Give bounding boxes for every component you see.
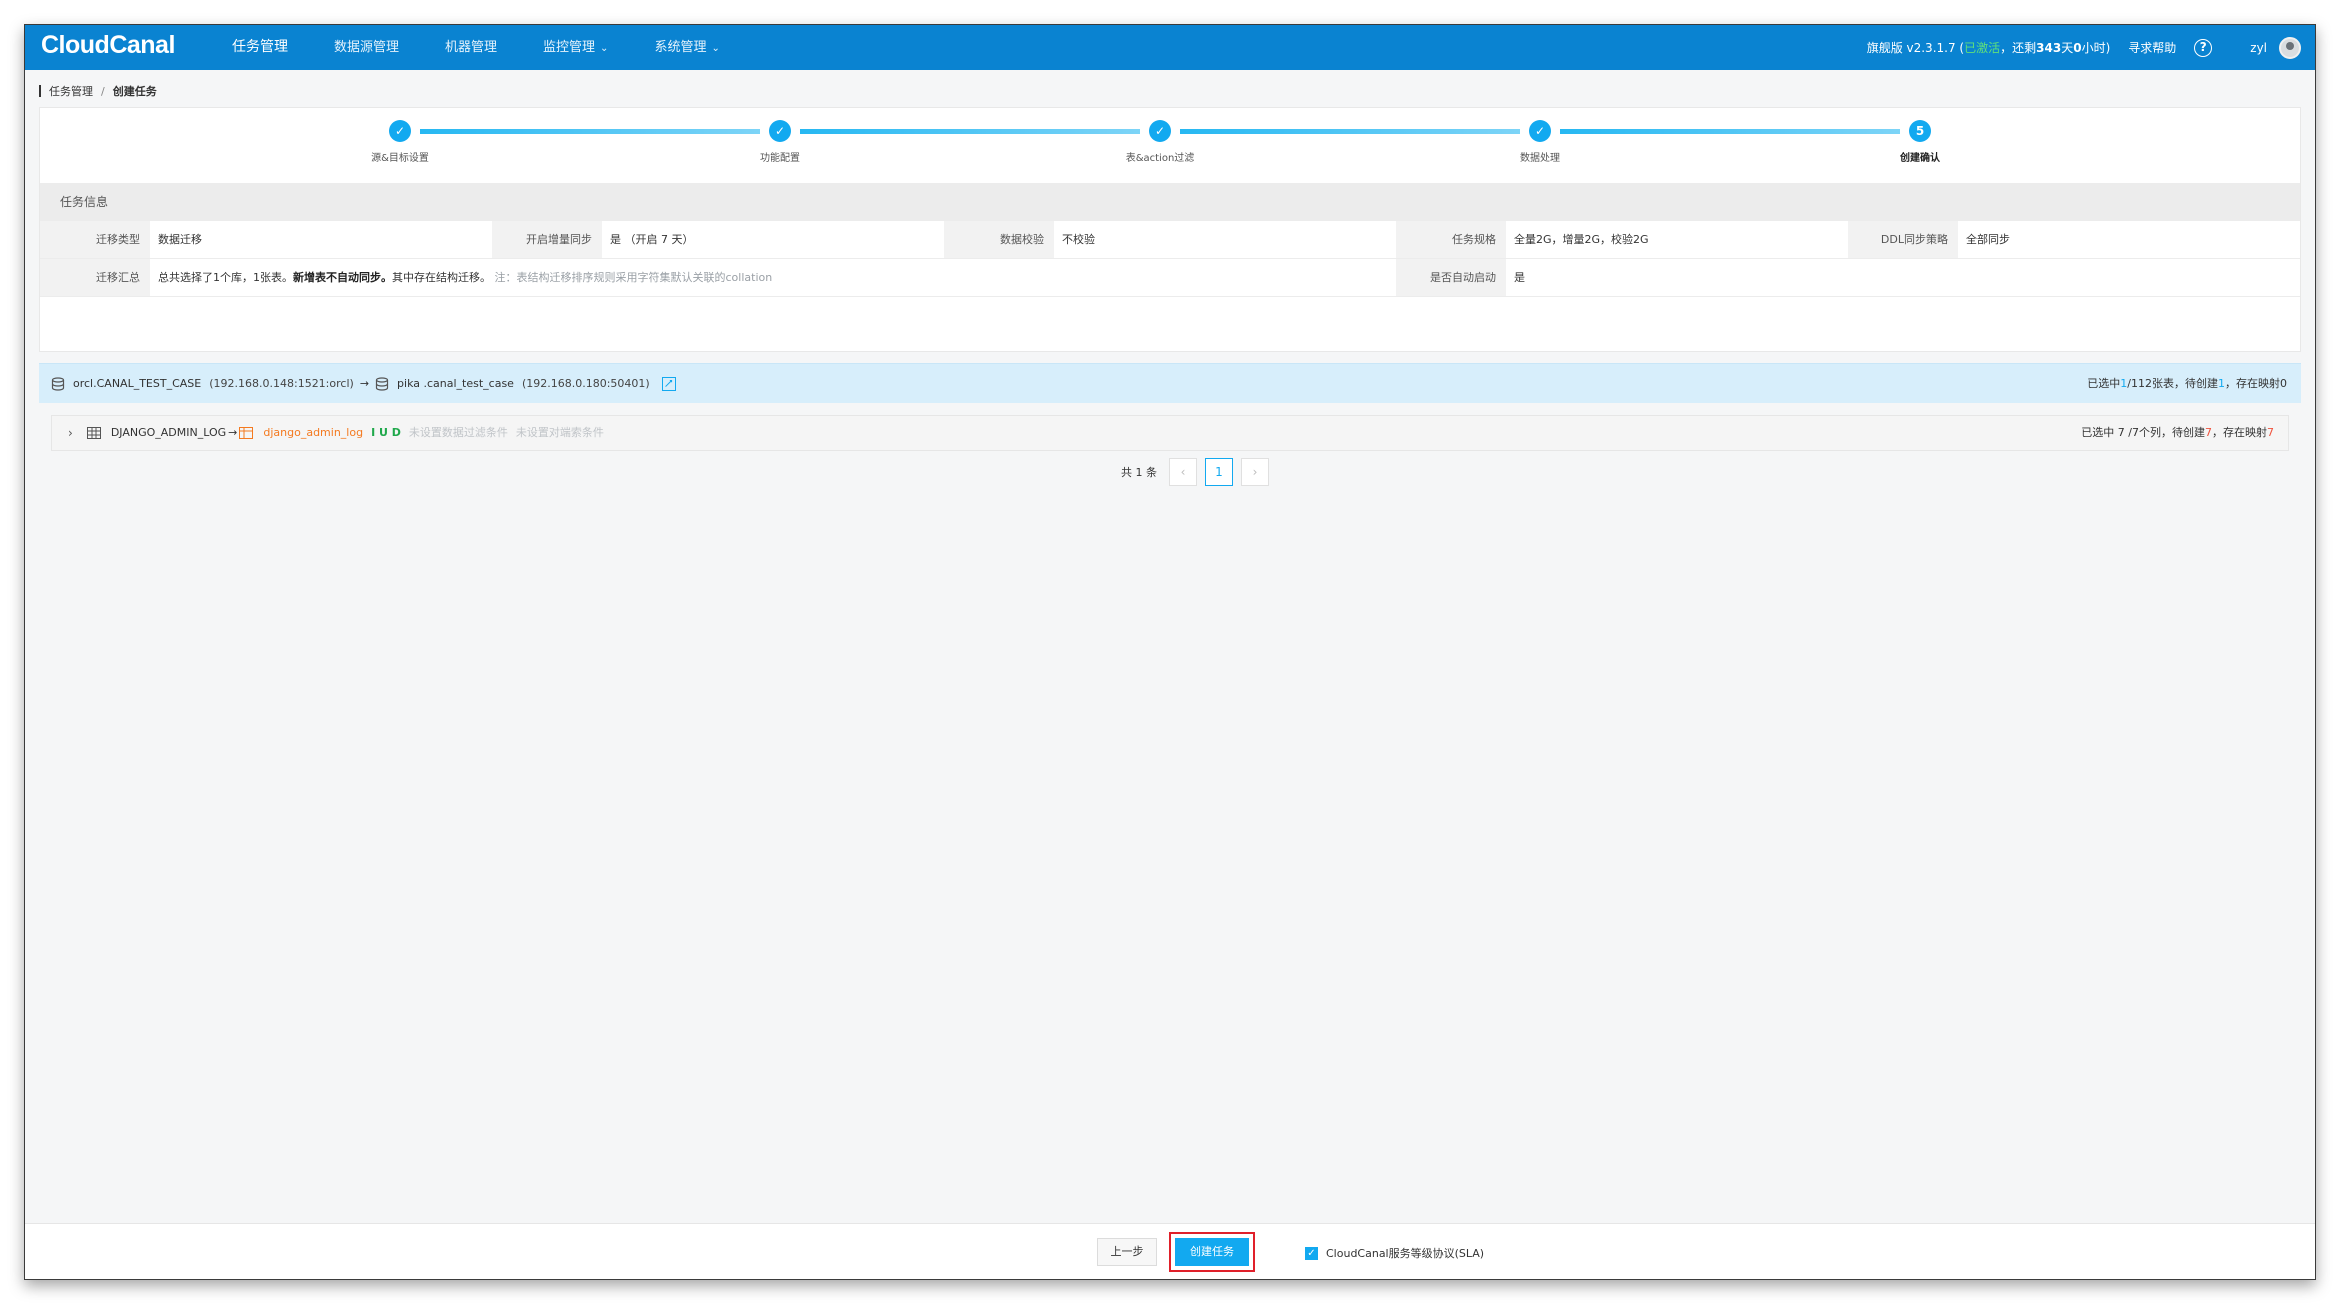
- database-icon: [375, 377, 389, 391]
- username[interactable]: zyl: [2250, 41, 2267, 55]
- check-icon: ✓: [389, 120, 411, 142]
- collation-note: 注：表结构迁移排序规则采用字符集默认关联的collation: [494, 271, 773, 284]
- avatar[interactable]: [2279, 36, 2301, 59]
- step-data-processing: ✓ 数据处理: [1450, 120, 1630, 164]
- menu-monitor-management[interactable]: 监控管理 ⌄: [520, 25, 631, 70]
- top-navbar: CloudCanal 任务管理 数据源管理 机器管理 监控管理 ⌄ 系统管理 ⌄ 旗…: [25, 25, 2315, 70]
- source-db-address: (192.168.0.148:1521:orcl): [209, 377, 354, 390]
- pagination: 共 1 条 ‹ 1 ›: [1121, 458, 1277, 486]
- page-1-button[interactable]: 1: [1205, 458, 1233, 486]
- create-task-button[interactable]: 创建任务: [1175, 1238, 1249, 1266]
- new-table-icon: [239, 427, 254, 439]
- info-label-spec: 任务规格: [1396, 221, 1506, 258]
- table-icon: [86, 427, 101, 439]
- column-selection-status: 已选中 7 /7个列，待创建7，存在映射7: [2081, 426, 2274, 439]
- table-row[interactable]: › DJANGO_ADMIN_LOG → django_admin_log I …: [51, 415, 2289, 451]
- source-table-name: DJANGO_ADMIN_LOG: [110, 426, 227, 439]
- arrow-right-icon: →: [228, 426, 238, 439]
- sla-agreement[interactable]: ✓ CloudCanal服务等级协议(SLA): [1305, 1245, 1484, 1261]
- check-icon: ✓: [1529, 120, 1551, 142]
- chevron-down-icon: ⌄: [600, 43, 609, 54]
- info-value-migration-type: 数据迁移: [150, 221, 492, 258]
- sla-label[interactable]: CloudCanal服务等级协议(SLA): [1326, 1245, 1484, 1261]
- check-icon: ✓: [1149, 120, 1171, 142]
- db-mapping-row: orcl.CANAL_TEST_CASE (192.168.0.148:1521…: [39, 363, 2301, 403]
- data-filter-hint[interactable]: 未设置数据过滤条件: [409, 416, 508, 450]
- source-db: orcl.CANAL_TEST_CASE: [73, 377, 202, 390]
- db-selection-status: 已选中1/112张表，待创建1，存在映射0: [2087, 377, 2287, 390]
- dml-actions[interactable]: I U D: [371, 416, 401, 450]
- info-label-migration-type: 迁移类型: [40, 221, 150, 258]
- database-icon: [51, 377, 65, 391]
- app-window: CloudCanal 任务管理 数据源管理 机器管理 监控管理 ⌄ 系统管理 ⌄ 旗…: [24, 24, 2316, 1280]
- peer-condition-hint[interactable]: 未设置对端索条件: [516, 416, 604, 450]
- breadcrumb-separator: /: [101, 84, 105, 98]
- target-db: pika .canal_test_case: [397, 377, 514, 390]
- info-value-ddl: 全部同步: [1958, 221, 2300, 258]
- main-menu: 任务管理 数据源管理 机器管理 监控管理 ⌄ 系统管理 ⌄: [209, 25, 743, 70]
- chevron-down-icon: ⌄: [711, 43, 720, 54]
- task-info-table: 迁移类型 数据迁移 开启增量同步 是 （开启 7 天） 数据校验 不校验 任务规…: [40, 221, 2300, 297]
- info-label-incremental: 开启增量同步: [492, 221, 602, 258]
- info-row: 迁移汇总 总共选择了1个库，1张表。新增表不自动同步。其中存在结构迁移。 注：表…: [40, 259, 2300, 297]
- nav-right-area: 旗舰版 v2.3.1.7 (已激活，还剩343天0小时) 寻求帮助 ? zyl: [1867, 25, 2301, 70]
- step-table-action-filter: ✓ 表&action过滤: [1070, 120, 1250, 164]
- question-icon[interactable]: ?: [2194, 38, 2213, 57]
- sla-checkbox[interactable]: ✓: [1305, 1246, 1318, 1260]
- previous-step-button[interactable]: 上一步: [1097, 1238, 1157, 1266]
- edit-icon[interactable]: [661, 377, 676, 391]
- license-info: 旗舰版 v2.3.1.7 (已激活，还剩343天0小时): [1866, 41, 2111, 55]
- cloudcanal-logo[interactable]: CloudCanal: [41, 31, 175, 60]
- pagination-total: 共 1 条: [1121, 466, 1157, 479]
- step-source-target: ✓ 源&目标设置: [310, 120, 490, 164]
- check-icon: ✓: [769, 120, 791, 142]
- create-task-highlight: 创建任务: [1169, 1232, 1255, 1272]
- breadcrumb: 任务管理 / 创建任务: [39, 83, 157, 99]
- info-value-autostart: 是: [1506, 259, 2300, 296]
- menu-datasource-management[interactable]: 数据源管理: [311, 25, 422, 70]
- step-number: 5: [1909, 120, 1931, 142]
- chevron-right-icon[interactable]: ›: [68, 416, 73, 450]
- info-value-data-check: 不校验: [1054, 221, 1396, 258]
- table-mapping: › DJANGO_ADMIN_LOG → django_admin_log I …: [68, 416, 604, 450]
- info-value-incremental: 是 （开启 7 天）: [602, 221, 944, 258]
- prev-page-button[interactable]: ‹: [1169, 458, 1197, 486]
- db-mapping: orcl.CANAL_TEST_CASE (192.168.0.148:1521…: [51, 364, 676, 404]
- info-label-autostart: 是否自动启动: [1396, 259, 1506, 296]
- task-info-title: 任务信息: [40, 183, 2300, 221]
- footer-actions: 上一步 创建任务 ✓ CloudCanal服务等级协议(SLA): [25, 1223, 2315, 1279]
- breadcrumb-bar: [39, 85, 41, 97]
- activated-status: 已激活: [1964, 41, 2001, 55]
- info-value-summary: 总共选择了1个库，1张表。新增表不自动同步。其中存在结构迁移。 注：表结构迁移排…: [150, 259, 1396, 296]
- info-label-data-check: 数据校验: [944, 221, 1054, 258]
- help-link[interactable]: 寻求帮助: [2128, 39, 2176, 56]
- create-task-card: ✓ 源&目标设置 ✓ 功能配置 ✓ 表&action过滤 ✓ 数据处理 5 创建…: [39, 107, 2301, 352]
- menu-machine-management[interactable]: 机器管理: [422, 25, 520, 70]
- menu-system-management[interactable]: 系统管理 ⌄: [631, 25, 742, 70]
- arrow-right-icon: →: [359, 377, 370, 390]
- step-function-config: ✓ 功能配置: [690, 120, 870, 164]
- info-label-summary: 迁移汇总: [40, 259, 150, 296]
- breadcrumb-parent[interactable]: 任务管理: [49, 83, 93, 99]
- menu-task-management[interactable]: 任务管理: [209, 25, 311, 70]
- next-page-button[interactable]: ›: [1241, 458, 1269, 486]
- target-db-address: (192.168.0.180:50401): [521, 377, 650, 390]
- info-label-ddl: DDL同步策略: [1848, 221, 1958, 258]
- info-row: 迁移类型 数据迁移 开启增量同步 是 （开启 7 天） 数据校验 不校验 任务规…: [40, 221, 2300, 259]
- breadcrumb-current: 创建任务: [112, 85, 157, 98]
- progress-steps: ✓ 源&目标设置 ✓ 功能配置 ✓ 表&action过滤 ✓ 数据处理 5 创建…: [40, 108, 2300, 183]
- target-table-name[interactable]: django_admin_log: [263, 416, 363, 450]
- step-create-confirm: 5 创建确认: [1830, 120, 2010, 164]
- info-value-spec: 全量2G，增量2G，校验2G: [1506, 221, 1848, 258]
